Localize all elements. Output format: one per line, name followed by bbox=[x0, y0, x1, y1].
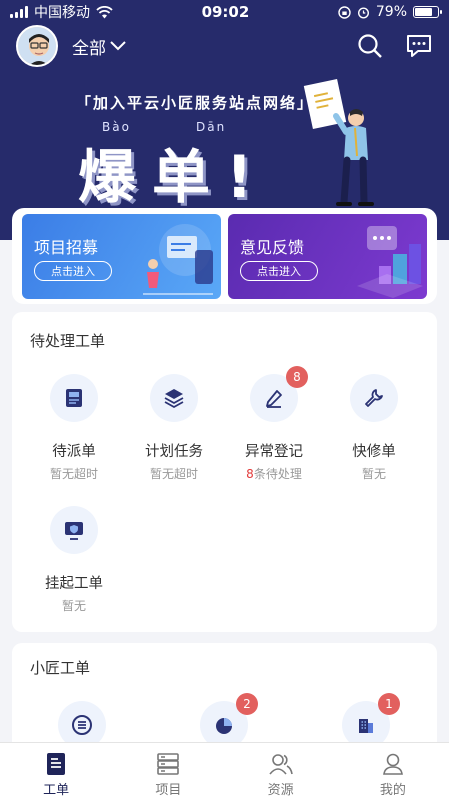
lock-rotation-icon bbox=[338, 5, 351, 19]
tab-label: 项目 bbox=[155, 783, 182, 798]
app-screen: 中国移动 09:02 79% 全部 「加入平云小匠服务站点网络」 Bào Dān… bbox=[0, 0, 449, 800]
clock: 09:02 bbox=[201, 3, 250, 21]
pending-item-quick-repair[interactable]: 快修单 暂无 bbox=[324, 374, 424, 482]
feedback-card[interactable]: 意见反馈 点击进入 bbox=[228, 214, 427, 299]
work-order-icon bbox=[47, 753, 66, 775]
tab-label: 资源 bbox=[267, 783, 294, 798]
feedback-illustration bbox=[357, 226, 423, 298]
hero-banner: 中国移动 09:02 79% 全部 「加入平云小匠服务站点网络」 Bào Dān… bbox=[0, 0, 449, 240]
recruit-illustration bbox=[143, 224, 213, 295]
bottom-tab-bar: 工单 项目 资源 我的 bbox=[0, 742, 449, 800]
pending-item-label: 计划任务 bbox=[145, 444, 203, 460]
tab-label: 工单 bbox=[43, 783, 70, 798]
project-recruit-enter-button[interactable]: 点击进入 bbox=[34, 261, 112, 281]
tab-projects[interactable]: 项目 bbox=[112, 743, 224, 800]
list-circle-icon bbox=[72, 715, 92, 735]
tab-work-orders[interactable]: 工单 bbox=[0, 743, 112, 800]
document-icon bbox=[66, 389, 82, 407]
battery-icon bbox=[413, 6, 442, 18]
project-recruit-card[interactable]: 项目招募 点击进入 bbox=[22, 214, 221, 299]
scope-selector[interactable]: 全部 bbox=[72, 34, 126, 59]
pending-orders-title: 待处理工单 bbox=[30, 332, 106, 350]
pending-item-planned-tasks[interactable]: 计划任务 暂无超时 bbox=[124, 374, 224, 482]
project-recruit-title: 项目招募 bbox=[34, 238, 99, 257]
exception-count: 8 bbox=[246, 467, 254, 481]
banner-slogan: 「加入平云小匠服务站点网络」 bbox=[76, 94, 315, 112]
feedback-enter-button[interactable]: 点击进入 bbox=[240, 261, 318, 281]
pen-icon bbox=[266, 390, 282, 408]
server-stack-icon bbox=[157, 753, 180, 775]
banner-headline: 爆单! bbox=[78, 143, 269, 211]
search-icon[interactable] bbox=[357, 33, 383, 59]
building-icon bbox=[359, 719, 373, 733]
pending-item-dispatch[interactable]: 待派单 暂无超时 bbox=[24, 374, 124, 482]
sites-badge: 1 bbox=[378, 693, 400, 715]
businessman-illustration bbox=[303, 78, 374, 206]
carrier-label: 中国移动 bbox=[34, 5, 90, 21]
exception-badge: 8 bbox=[286, 366, 308, 388]
alarm-icon bbox=[357, 6, 369, 19]
message-icon[interactable] bbox=[405, 33, 433, 59]
tab-mine[interactable]: 我的 bbox=[337, 743, 449, 800]
pending-item-suspended[interactable]: 挂起工单 暂无 bbox=[24, 506, 124, 614]
pending-item-label: 挂起工单 bbox=[45, 576, 103, 592]
pending-orders-panel: 待处理工单 待派单 暂无超时 计划任务 暂无超时 8 异常登记 8条待处理 快修… bbox=[12, 312, 437, 632]
pending-item-label: 异常登记 bbox=[245, 444, 303, 460]
chevron-down-icon bbox=[110, 41, 126, 51]
pending-item-exception[interactable]: 8 异常登记 8条待处理 bbox=[224, 366, 324, 482]
pie-icon bbox=[216, 718, 232, 734]
wifi-icon bbox=[96, 5, 113, 18]
pending-item-label: 待派单 bbox=[52, 444, 96, 460]
wrench-icon bbox=[365, 389, 383, 407]
pending-item-status: 暂无超时 bbox=[49, 467, 98, 481]
pending-item-label: 快修单 bbox=[352, 444, 396, 460]
monitor-shield-icon bbox=[65, 522, 83, 540]
pending-item-status: 暂无超时 bbox=[149, 467, 198, 481]
scope-label: 全部 bbox=[72, 38, 106, 59]
pending-item-status: 8条待处理 bbox=[224, 465, 324, 482]
smith-orders-title: 小匠工单 bbox=[30, 659, 91, 677]
signal-icon bbox=[10, 6, 28, 18]
users-icon bbox=[269, 754, 293, 775]
pending-item-status: 暂无 bbox=[61, 599, 86, 613]
pending-item-status: 暂无 bbox=[361, 467, 386, 481]
tab-label: 我的 bbox=[379, 783, 406, 798]
status-bar: 中国移动 09:02 79% bbox=[0, 0, 449, 24]
tab-resources[interactable]: 资源 bbox=[225, 743, 337, 800]
stats-badge: 2 bbox=[236, 693, 258, 715]
user-icon bbox=[382, 753, 403, 775]
battery-percent: 79% bbox=[375, 4, 407, 20]
layers-icon bbox=[164, 389, 184, 409]
avatar[interactable] bbox=[16, 25, 58, 67]
feedback-title: 意见反馈 bbox=[240, 238, 305, 257]
top-bar: 全部 bbox=[0, 24, 449, 68]
exception-count-text: 条待处理 bbox=[253, 467, 302, 481]
